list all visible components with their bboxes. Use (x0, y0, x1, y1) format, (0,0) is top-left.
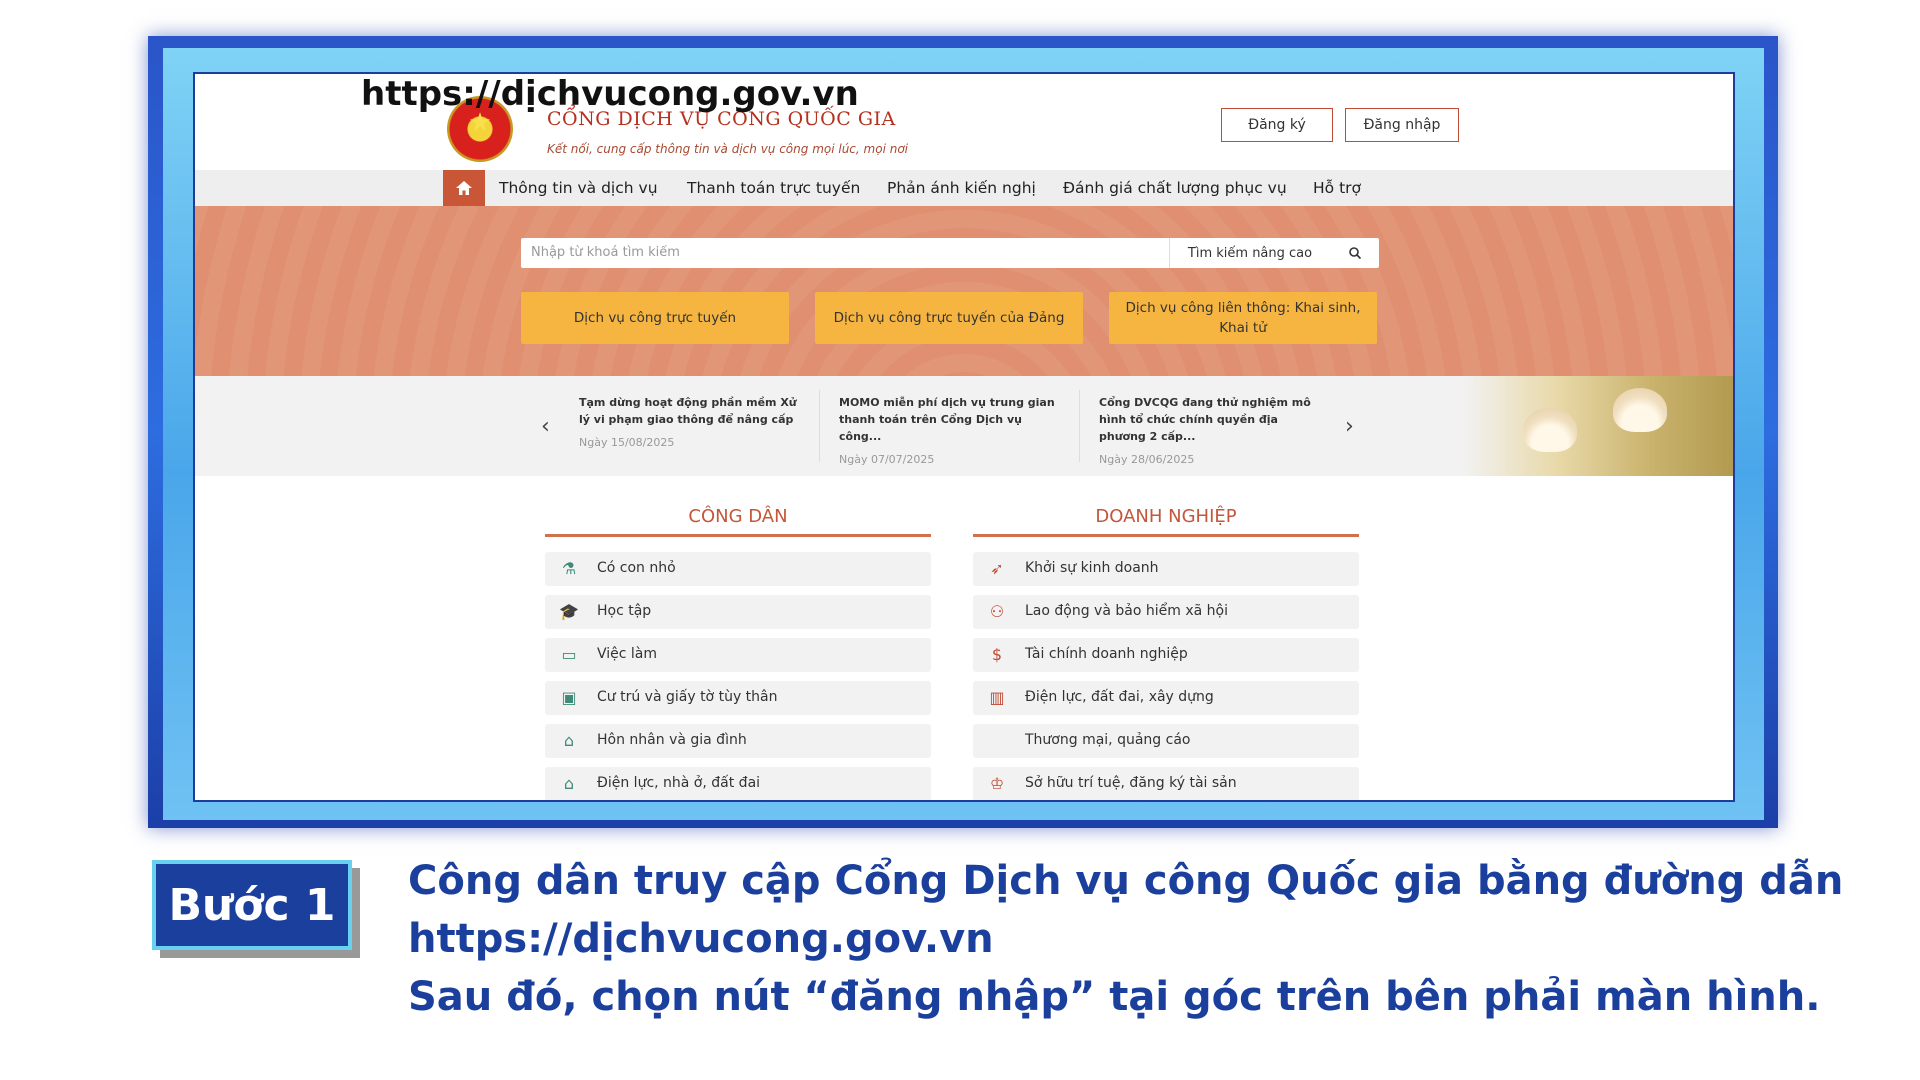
news-divider (819, 390, 820, 462)
business-item[interactable]: $ Tài chính doanh nghiệp (973, 638, 1359, 672)
service-button-birth-death[interactable]: Dịch vụ công liên thông: Khai sinh, Khai… (1109, 292, 1377, 344)
briefcase-icon: ▭ (561, 645, 577, 664)
search-banner: Tìm kiếm nâng cao Dịch vụ công trực tuyế… (195, 206, 1733, 376)
business-item-label: Sở hữu trí tuệ, đăng ký tài sản (1025, 775, 1237, 791)
lotus-flower-icon (1523, 408, 1577, 452)
business-item[interactable]: ▥ Điện lực, đất đai, xây dựng (973, 681, 1359, 715)
business-item[interactable]: Thương mại, quảng cáo (973, 724, 1359, 758)
workers-icon: ⚇ (989, 602, 1005, 621)
citizen-heading[interactable]: CÔNG DÂN (545, 506, 931, 527)
search-bar: Tìm kiếm nâng cao (521, 238, 1379, 268)
nav-item-info-services[interactable]: Thông tin và dịch vụ (499, 179, 658, 197)
news-date: Ngày 15/08/2025 (579, 436, 675, 449)
caption-line-1: Công dân truy cập Cổng Dịch vụ công Quốc… (408, 858, 1844, 904)
id-card-icon: ▣ (561, 688, 577, 707)
citizen-item-label: Việc làm (597, 646, 658, 662)
business-item[interactable]: ♔ Sở hữu trí tuệ, đăng ký tài sản (973, 767, 1359, 800)
citizen-item-label: Học tập (597, 603, 652, 619)
business-item[interactable]: ➶ Khởi sự kinh doanh (973, 552, 1359, 586)
search-input[interactable] (529, 244, 1163, 261)
register-button[interactable]: Đăng ký (1221, 108, 1333, 142)
home-icon[interactable] (443, 170, 485, 206)
news-title: Cổng DVCQG đang thử nghiệm mô hình tổ ch… (1099, 396, 1311, 443)
citizen-item-label: Cư trú và giấy tờ tùy thân (597, 689, 778, 705)
baby-bottle-icon: ⚗ (561, 559, 577, 578)
service-button-online[interactable]: Dịch vụ công trực tuyến (521, 292, 789, 344)
service-button-party[interactable]: Dịch vụ công trực tuyến của Đảng (815, 292, 1083, 344)
lotus-decoration (1463, 376, 1733, 476)
business-underline (973, 534, 1359, 537)
citizen-item-label: Có con nhỏ (597, 560, 676, 576)
citizen-item-label: Điện lực, nhà ở, đất đai (597, 775, 761, 791)
news-title: MOMO miễn phí dịch vụ trung gian thanh t… (839, 396, 1055, 443)
step-badge: Bước 1 (152, 860, 352, 950)
business-item-label: Điện lực, đất đai, xây dựng (1025, 689, 1214, 705)
citizen-item[interactable]: 🎓 Học tập (545, 595, 931, 629)
citizen-item-label: Hôn nhân và gia đình (597, 732, 747, 748)
search-icon[interactable] (1333, 238, 1377, 268)
news-date: Ngày 28/06/2025 (1099, 453, 1195, 466)
news-item[interactable]: MOMO miễn phí dịch vụ trung gian thanh t… (839, 394, 1059, 466)
business-item-label: Khởi sự kinh doanh (1025, 560, 1159, 576)
caption-line-3: Sau đó, chọn nút “đăng nhập” tại góc trê… (408, 974, 1821, 1020)
login-button[interactable]: Đăng nhập (1345, 108, 1459, 142)
nav-item-support[interactable]: Hỗ trợ (1313, 179, 1361, 197)
rocket-icon: ➶ (990, 559, 1004, 578)
nav-item-feedback[interactable]: Phản ánh kiến nghị (887, 179, 1036, 197)
business-item[interactable]: ⚇ Lao động và bảo hiểm xã hội (973, 595, 1359, 629)
advanced-search-button[interactable]: Tìm kiếm nâng cao (1169, 238, 1330, 268)
news-title: Tạm dừng hoạt động phần mềm Xử lý vi phạ… (579, 396, 797, 426)
citizen-item[interactable]: ⌂ Điện lực, nhà ở, đất đai (545, 767, 931, 800)
url-overlay-text: https://dịchvucong.gov.vn (361, 74, 859, 114)
browser-screenshot: ★ CỔNG DỊCH VỤ CÔNG QUỐC GIA Kết nối, cu… (193, 72, 1735, 802)
news-item[interactable]: Cổng DVCQG đang thử nghiệm mô hình tổ ch… (1099, 394, 1319, 466)
lotus-flower-icon (1613, 388, 1667, 432)
award-icon: ♔ (989, 774, 1005, 793)
news-strip: ‹ Tạm dừng hoạt động phần mềm Xử lý vi p… (195, 376, 1733, 476)
graduation-cap-icon: 🎓 (559, 602, 579, 621)
family-home-icon: ⌂ (563, 731, 575, 750)
citizen-item[interactable]: ▣ Cư trú và giấy tờ tùy thân (545, 681, 931, 715)
news-next-arrow-icon[interactable]: › (1345, 414, 1354, 439)
news-item[interactable]: Tạm dừng hoạt động phần mềm Xử lý vi phạ… (579, 394, 799, 449)
building-icon: ▥ (989, 688, 1005, 707)
house-land-icon: ⌂ (563, 774, 575, 793)
caption-line-2: https://dịchvucong.gov.vn (408, 916, 994, 962)
portal-subtitle: Kết nối, cung cấp thông tin và dịch vụ c… (547, 142, 908, 156)
nav-item-service-rating[interactable]: Đánh giá chất lượng phục vụ (1063, 179, 1287, 197)
citizen-item[interactable]: ⚗ Có con nhỏ (545, 552, 931, 586)
news-date: Ngày 07/07/2025 (839, 453, 935, 466)
dollar-icon: $ (991, 645, 1003, 664)
citizen-underline (545, 534, 931, 537)
main-nav: Thông tin và dịch vụ Thanh toán trực tuy… (195, 170, 1733, 206)
business-item-label: Lao động và bảo hiểm xã hội (1025, 603, 1228, 619)
business-heading[interactable]: DOANH NGHIỆP (973, 506, 1359, 527)
citizen-item[interactable]: ▭ Việc làm (545, 638, 931, 672)
news-prev-arrow-icon[interactable]: ‹ (541, 414, 550, 439)
nav-item-online-payment[interactable]: Thanh toán trực tuyến (687, 179, 860, 197)
business-item-label: Tài chính doanh nghiệp (1025, 646, 1188, 662)
news-divider (1079, 390, 1080, 462)
citizen-item[interactable]: ⌂ Hôn nhân và gia đình (545, 724, 931, 758)
business-item-label: Thương mại, quảng cáo (1025, 732, 1191, 748)
